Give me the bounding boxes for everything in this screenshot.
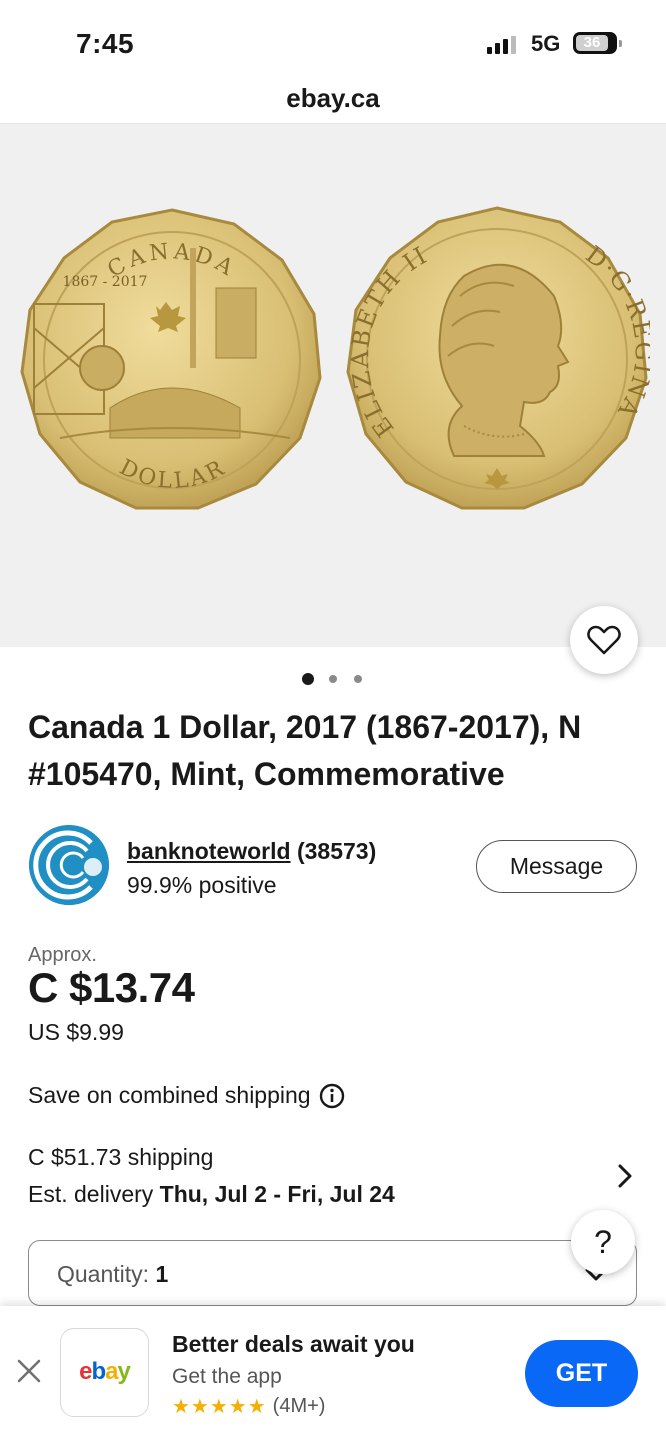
battery-icon: 36: [573, 32, 622, 54]
seller-name-link[interactable]: banknoteworld: [127, 838, 291, 864]
pagination-dot-3[interactable]: [354, 675, 362, 683]
quantity-select[interactable]: Quantity: 1: [28, 1240, 637, 1306]
help-button[interactable]: ?: [571, 1210, 635, 1274]
delivery-prefix: Est. delivery: [28, 1181, 154, 1207]
status-bar: 7:45 5G 36: [0, 0, 666, 78]
logo-letter-a: a: [105, 1358, 118, 1385]
quantity-label: Quantity: 1: [57, 1261, 168, 1288]
pagination-dot-2[interactable]: [329, 675, 337, 683]
star-rating-icon: ★★★★★: [172, 1396, 267, 1418]
banner-subtitle: Get the app: [172, 1365, 282, 1388]
chevron-right-icon[interactable]: [614, 1162, 636, 1190]
price-cad: C $13.74: [28, 964, 195, 1011]
signal-icon: [487, 36, 519, 54]
close-icon[interactable]: [16, 1358, 42, 1384]
logo-letter-y: y: [117, 1358, 131, 1385]
logo-letter-e: e: [79, 1358, 92, 1385]
banner-rating: ★★★★★ (4M+): [172, 1394, 325, 1419]
coin-years: 1867 - 2017: [63, 274, 148, 290]
ebay-app-logo: ebay: [60, 1328, 149, 1417]
delivery-dates: Thu, Jul 2 - Fri, Jul 24: [159, 1181, 395, 1207]
seller-avatar[interactable]: [29, 825, 109, 905]
image-gallery[interactable]: CANADA 1867 - 2017 DOLLAR ELIZABETH II D…: [0, 124, 666, 647]
listing-title: Canada 1 Dollar, 2017 (1867-2017), N #10…: [28, 709, 582, 792]
banner-title: Better deals await you: [172, 1331, 415, 1357]
estimated-delivery: Est. delivery Thu, Jul 2 - Fri, Jul 24: [28, 1181, 395, 1208]
combined-shipping-label: Save on combined shipping: [28, 1082, 311, 1108]
price-usd: US $9.99: [28, 1019, 124, 1045]
status-time: 7:45: [76, 28, 135, 59]
seller-name[interactable]: banknoteworld (38573): [127, 838, 376, 865]
coin-reverse-image: CANADA 1867 - 2017 DOLLAR: [20, 208, 322, 510]
quantity-value: 1: [155, 1261, 169, 1287]
get-app-button[interactable]: GET: [525, 1340, 638, 1407]
network-type: 5G: [531, 31, 561, 56]
coin-obverse-image: ELIZABETH II D·G·REGINA: [346, 206, 650, 510]
watchlist-button[interactable]: [570, 606, 638, 674]
message-button[interactable]: Message: [476, 840, 637, 893]
quantity-label-text: Quantity:: [57, 1261, 150, 1287]
battery-level: 36: [576, 35, 608, 51]
pagination-dot-1[interactable]: [302, 673, 314, 685]
url-bar[interactable]: ebay.ca: [0, 78, 666, 124]
app-install-banner: ebay Better deals await you Get the app …: [0, 1306, 666, 1440]
info-icon[interactable]: [319, 1083, 345, 1109]
logo-letter-b: b: [91, 1358, 106, 1385]
combined-shipping[interactable]: Save on combined shipping: [28, 1082, 345, 1109]
heart-icon: [587, 625, 621, 655]
image-pagination[interactable]: [300, 673, 370, 689]
rating-count: (4M+): [272, 1395, 326, 1417]
seller-feedback-count: (38573): [296, 838, 377, 864]
seller-positive-rating: 99.9% positive: [127, 872, 277, 898]
shipping-cost: C $51.73 shipping: [28, 1144, 214, 1170]
